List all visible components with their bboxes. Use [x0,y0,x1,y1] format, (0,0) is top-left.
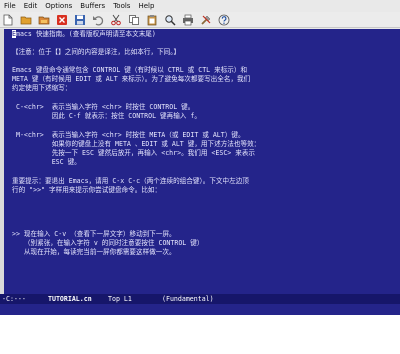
first-line-text: macs 快速指南。(查看版权声明请至本文末尾) [15,30,156,38]
menu-edit[interactable]: Edit [20,0,42,12]
buffer-line: META 键（有时候用 EDIT 或 ALT 来标示）。为了避免每次都要写出全名… [12,75,251,83]
buffer-line: 【注意：位于【】之间的内容是译注，比如本行，下同。】 [12,48,181,56]
buffer-line: 从现在开始，每读完当前一屏你都需要这样做一次。 [12,248,176,256]
menu-bar: File Edit Options Buffers Tools Help [0,0,400,12]
buffer-line: （别紧张，在输入字符 v 的同时注意要按住 CONTROL 键） [12,239,204,247]
paste-icon[interactable] [146,14,158,26]
menu-file[interactable]: File [0,0,20,12]
copy-icon[interactable] [128,14,140,26]
help-icon[interactable] [218,14,230,26]
buffer-line: >> 现在输入 C-v （查看下一屏文字）移动到下一屏。 [12,230,176,238]
search-icon[interactable] [164,14,176,26]
buffer-line: 先按一下 ESC 键然后放开，再输入 <chr>。我们用 <ESC> 来表示 [12,149,256,157]
modeline-buffer-name[interactable]: TUTORIAL.cn [48,294,92,304]
menu-buffers[interactable]: Buffers [76,0,109,12]
buffer-line: M-<chr> 表示当输入字符 <chr> 时按住 META（或 EDIT 或 … [12,131,245,139]
modeline-position: Top L1 [108,295,132,303]
menu-options[interactable]: Options [41,0,76,12]
buffer-line: C-<chr> 表示当输入字符 <chr> 时按住 CONTROL 键。 [12,103,195,111]
emacs-window: File Edit Options Buffers Tools Help Ema… [0,0,400,315]
preferences-icon[interactable] [200,14,212,26]
open-folder-icon[interactable] [20,14,32,26]
menu-tools[interactable]: Tools [109,0,134,12]
buffer-line: 因此 C-f 就表示：按住 CONTROL 键再输入 f。 [12,112,201,120]
mode-line[interactable]: -C:--- TUTORIAL.cn Top L1 (Fundamental) [0,294,400,304]
editor-text-area[interactable]: Emacs 快速指南。(查看版权声明请至本文末尾) 【注意：位于【】之间的内容是… [4,29,400,294]
buffer-line: 约定使用下述缩写： [12,84,72,92]
buffer-line: ESC 键。 [12,158,81,166]
modeline-status: -C:--- [2,295,26,303]
save-icon[interactable] [74,14,86,26]
buffer-line-1: Emacs 快速指南。(查看版权声明请至本文末尾) [12,30,156,39]
buffer-line: 重要提示：要退出 Emacs，请用 C-x C-c（两个连续的组合键）。下文中左… [12,177,249,185]
open-dir-icon[interactable] [38,14,50,26]
buffer-line: 如果你的键盘上没有 META 、EDIT 或 ALT 键，用下述方法也等效： [12,140,261,148]
menu-help[interactable]: Help [134,0,158,12]
buffer-line: Emacs 键盘命令通常包含 CONTROL 键（有时候以 CTRL 或 CTL… [12,66,248,74]
echo-area[interactable] [0,304,400,315]
toolbar [0,12,400,28]
modeline-major-mode[interactable]: (Fundamental) [162,294,214,304]
close-icon[interactable] [56,14,68,26]
cut-icon[interactable] [110,14,122,26]
new-file-icon[interactable] [2,14,14,26]
print-icon[interactable] [182,14,194,26]
undo-icon[interactable] [92,14,104,26]
buffer-line: 行的 ">>" 字样用来提示你尝试键盘命令。比如： [12,186,162,194]
